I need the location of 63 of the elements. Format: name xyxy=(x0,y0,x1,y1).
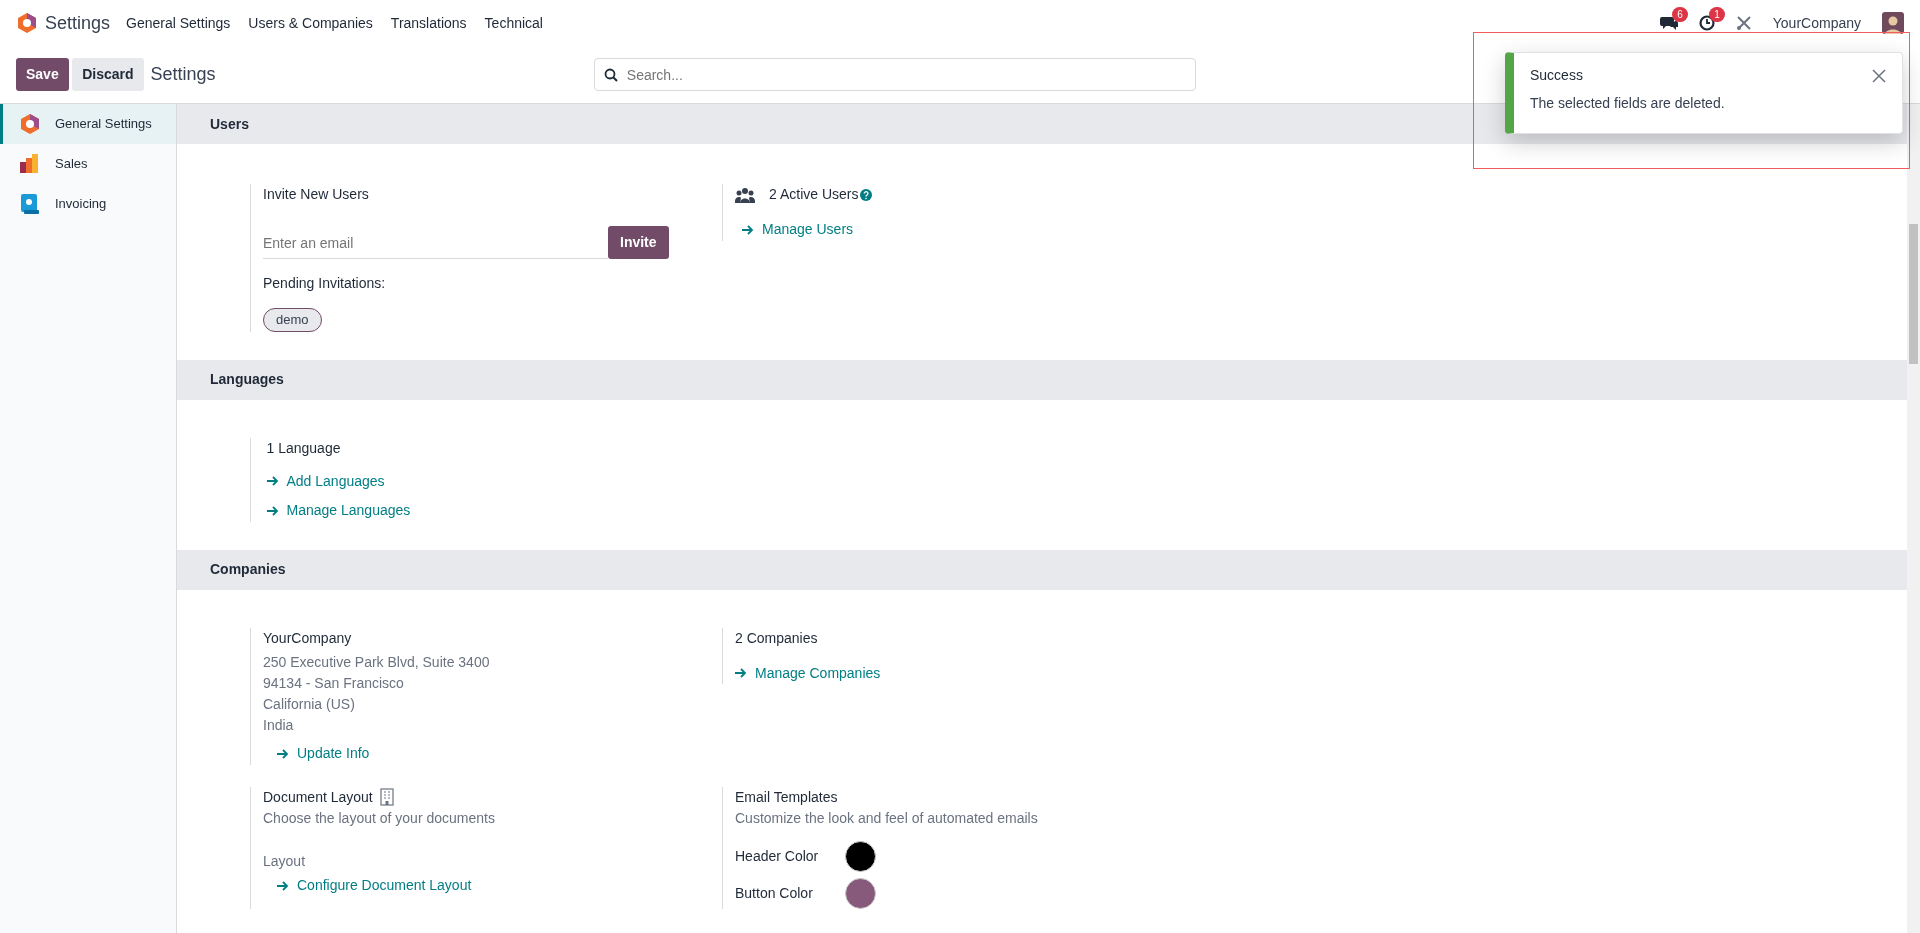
link[interactable]: Manage Users xyxy=(742,219,854,240)
invitation-tag[interactable]: demo xyxy=(263,308,322,332)
link[interactable]: Configure Document Layout xyxy=(277,875,472,896)
company-count: 2 Companies xyxy=(735,628,819,648)
toast-title: Success xyxy=(1530,66,1584,85)
color-swatch[interactable] xyxy=(845,840,876,872)
color-label: Header Color xyxy=(735,846,820,866)
scrollbar-thumb[interactable] xyxy=(1909,224,1918,364)
arrow-icon xyxy=(735,668,747,678)
link[interactable]: Update Info xyxy=(277,743,370,764)
color-label: Button Color xyxy=(735,883,814,903)
search-icon xyxy=(603,68,618,82)
menu-item[interactable]: Translations xyxy=(381,12,476,34)
breadcrumb: Settings xyxy=(150,63,216,86)
arrow-icon xyxy=(277,748,289,759)
clock-icon[interactable] xyxy=(1698,15,1715,31)
scrollbar[interactable] xyxy=(1907,104,1920,933)
message-count: 6 xyxy=(1672,7,1688,22)
company-name[interactable]: YourCompany xyxy=(1772,12,1861,34)
setting-description: Choose the layout of your documents xyxy=(263,808,496,828)
setting-title: Email Templates xyxy=(735,787,839,807)
sidebar-item[interactable]: Invoicing xyxy=(0,184,176,224)
setting-label: Pending Invitations: xyxy=(263,274,387,293)
discard-button[interactable]: Discard xyxy=(72,58,144,91)
link[interactable]: Add Languages xyxy=(266,470,385,492)
search-field[interactable]: Search... xyxy=(593,58,1196,91)
menu-item[interactable]: Users & Companies xyxy=(239,12,382,34)
company-name: YourCompany xyxy=(263,628,353,648)
logo-icon[interactable] xyxy=(16,12,38,34)
address-line: 94134 - San Francisco xyxy=(263,674,405,693)
users-icon xyxy=(735,186,755,203)
activity-count: 1 xyxy=(1709,7,1725,22)
setting-title: Document Layout xyxy=(263,787,373,807)
menu-item[interactable]: General Settings xyxy=(117,12,240,34)
building-icon xyxy=(379,788,394,806)
language-count: 1 Language xyxy=(265,438,342,458)
address-line: 250 Executive Park Blvd, Suite 3400 xyxy=(263,653,491,672)
tools-icon[interactable] xyxy=(1735,15,1752,31)
help-icon xyxy=(860,188,873,201)
hexagon-icon xyxy=(19,113,41,135)
setting-description: Customize the look and feel of automated emails xyxy=(735,808,1039,828)
arrow-icon xyxy=(266,476,279,486)
setting-title: Invite New Users xyxy=(263,185,370,204)
address-line: India xyxy=(263,716,295,735)
active-users-count: 2 Active Users xyxy=(769,185,859,204)
bar-chart-icon xyxy=(19,153,41,175)
link[interactable]: Manage Languages xyxy=(266,500,411,521)
arrow-icon xyxy=(277,880,289,891)
sidebar-item[interactable]: Sales xyxy=(0,144,176,184)
arrow-icon xyxy=(742,224,754,235)
link[interactable]: Manage Companies xyxy=(735,662,881,684)
avatar-icon[interactable] xyxy=(1882,12,1904,34)
menu-item[interactable]: Technical xyxy=(475,12,552,34)
chat-icon[interactable] xyxy=(1659,15,1678,31)
arrow-icon xyxy=(266,505,279,516)
save-button[interactable]: Save xyxy=(16,58,69,91)
invite-button[interactable]: Invite xyxy=(608,226,669,259)
invoice-icon xyxy=(19,193,41,215)
app-title[interactable]: Settings xyxy=(45,9,111,37)
address-line: California (US) xyxy=(263,695,356,714)
sidebar-item[interactable]: General Settings xyxy=(0,104,176,144)
field-label: Layout xyxy=(263,851,307,871)
color-swatch[interactable] xyxy=(845,877,876,909)
